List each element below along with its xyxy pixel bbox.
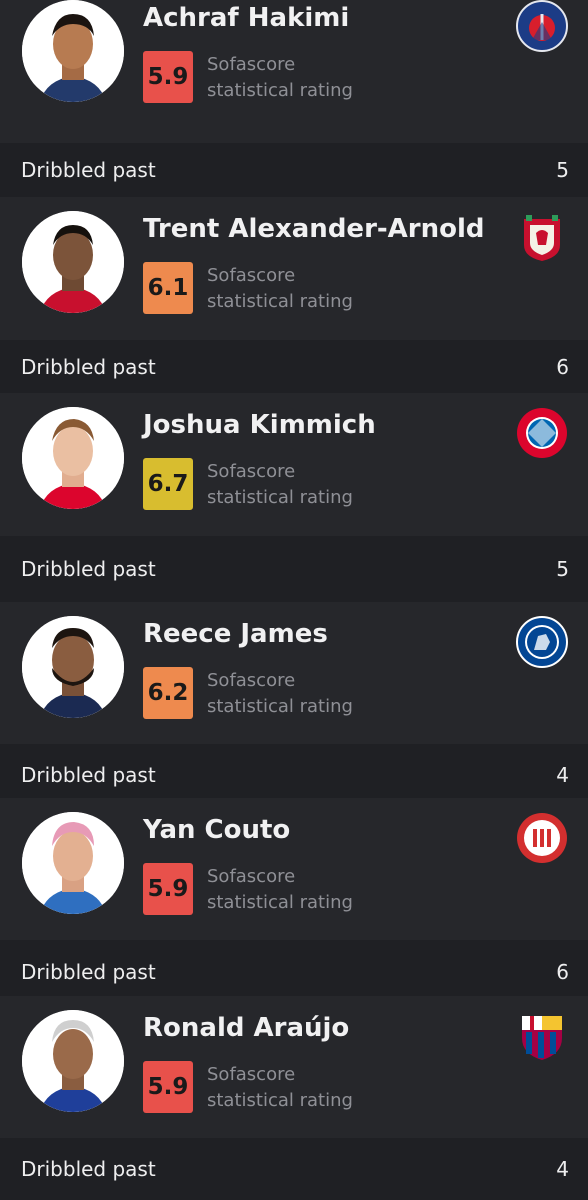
rating-caption-line2: statistical rating — [207, 487, 353, 508]
psg-crest-icon — [516, 0, 568, 52]
rating-caption-line2: statistical rating — [207, 892, 353, 913]
stat-label: Dribbled past — [21, 763, 156, 787]
rating-caption-line1: Sofascore — [207, 866, 296, 887]
player-avatar — [22, 0, 124, 102]
player-avatar — [22, 812, 124, 914]
player-avatar — [22, 211, 124, 313]
player-card[interactable]: Yan Couto 5.9 Sofascore statistical rati… — [0, 798, 588, 940]
rating-badge: 5.9 — [143, 1061, 193, 1113]
player-name[interactable]: Ronald Araújo — [143, 1013, 349, 1043]
rating-caption-line1: Sofascore — [207, 670, 296, 691]
stat-value: 4 — [556, 763, 569, 787]
player-card[interactable]: Reece James 6.2 Sofascore statistical ra… — [0, 602, 588, 744]
stat-value: 4 — [556, 1157, 569, 1181]
rating-badge: 5.9 — [143, 863, 193, 915]
player-name[interactable]: Achraf Hakimi — [143, 3, 349, 33]
rating-caption-line2: statistical rating — [207, 80, 353, 101]
bayern-crest-icon — [516, 407, 568, 459]
rating-caption-line1: Sofascore — [207, 1064, 296, 1085]
rating-badge: 5.9 — [143, 51, 193, 103]
barcelona-crest-icon — [516, 1010, 568, 1062]
player-avatar — [22, 407, 124, 509]
girona-crest-icon — [516, 812, 568, 864]
rating-caption-line2: statistical rating — [207, 696, 353, 717]
player-avatar — [22, 1010, 124, 1112]
stat-label: Dribbled past — [21, 960, 156, 984]
liverpool-crest-icon — [516, 211, 568, 263]
rating-caption-line2: statistical rating — [207, 291, 353, 312]
player-name[interactable]: Trent Alexander-Arnold — [143, 214, 485, 244]
stat-value: 6 — [556, 355, 569, 379]
player-avatar — [22, 616, 124, 718]
rating-caption-line1: Sofascore — [207, 461, 296, 482]
stat-label: Dribbled past — [21, 557, 156, 581]
rating-badge: 6.1 — [143, 262, 193, 314]
stat-value: 5 — [556, 158, 569, 182]
player-card[interactable]: Achraf Hakimi 5.9 Sofascore statistical … — [0, 0, 588, 143]
stat-label: Dribbled past — [21, 1157, 156, 1181]
stat-value: 6 — [556, 960, 569, 984]
stat-label: Dribbled past — [21, 158, 156, 182]
rating-badge: 6.2 — [143, 667, 193, 719]
rating-caption-line2: statistical rating — [207, 1090, 353, 1111]
player-name[interactable]: Yan Couto — [143, 815, 290, 845]
stat-label: Dribbled past — [21, 355, 156, 379]
player-name[interactable]: Joshua Kimmich — [143, 410, 376, 440]
player-card[interactable]: Joshua Kimmich 6.7 Sofascore statistical… — [0, 393, 588, 536]
rating-caption-line1: Sofascore — [207, 54, 296, 75]
player-card[interactable]: Trent Alexander-Arnold 6.1 Sofascore sta… — [0, 197, 588, 340]
chelsea-crest-icon — [516, 616, 568, 668]
rating-caption-line1: Sofascore — [207, 265, 296, 286]
stat-value: 5 — [556, 557, 569, 581]
player-card[interactable]: Ronald Araújo 5.9 Sofascore statistical … — [0, 996, 588, 1138]
player-name[interactable]: Reece James — [143, 619, 328, 649]
rating-badge: 6.7 — [143, 458, 193, 510]
